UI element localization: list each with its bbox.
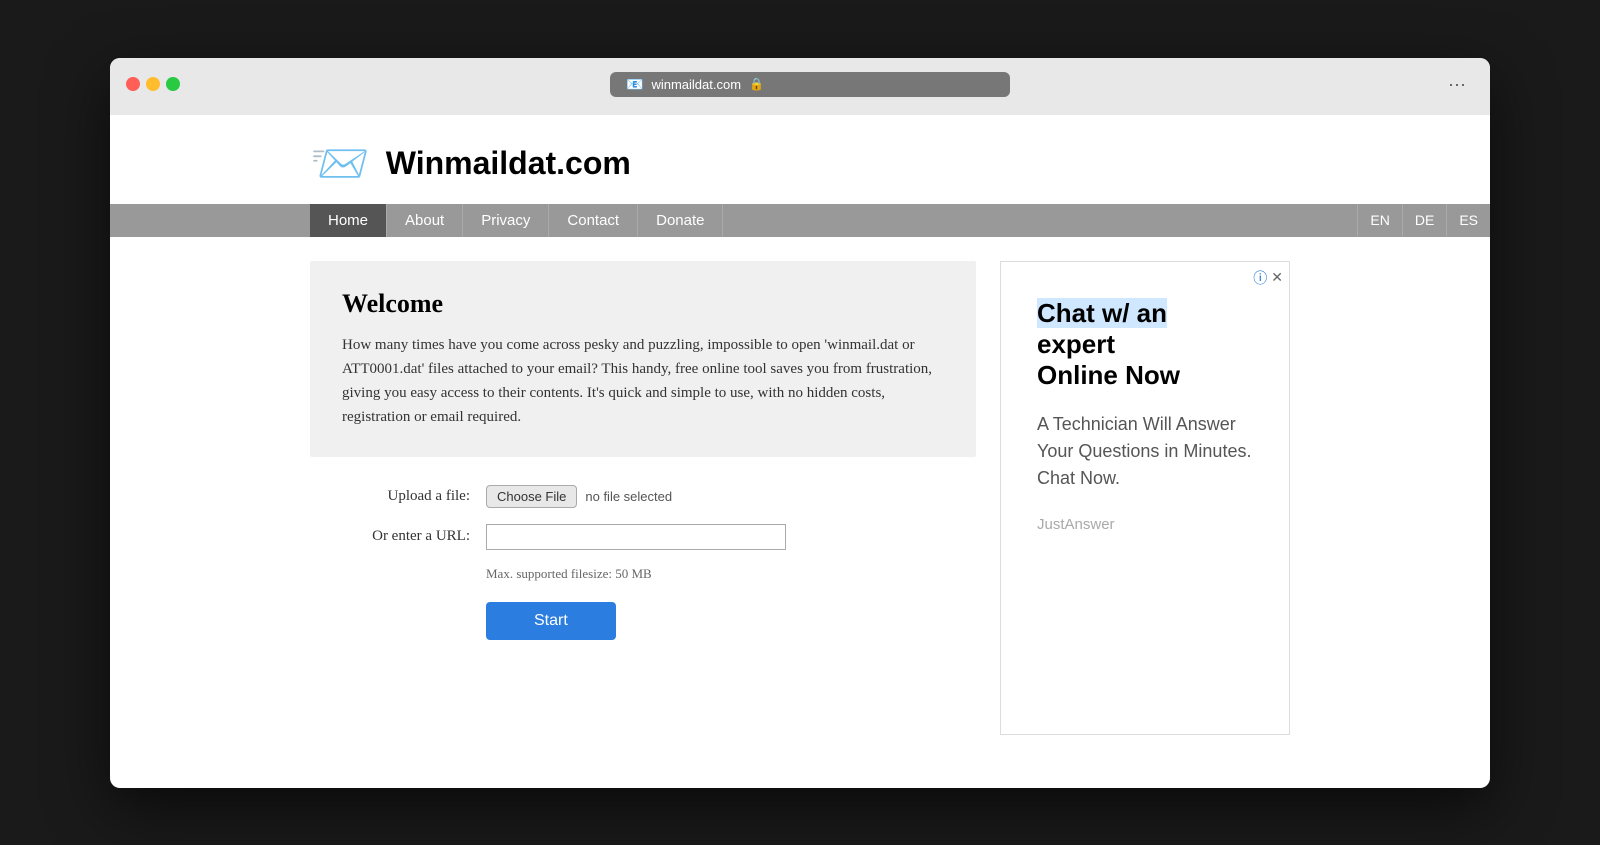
file-upload-row: Upload a file: Choose File no file selec… [310,485,976,508]
close-button[interactable] [126,77,140,91]
upload-section: Upload a file: Choose File no file selec… [310,457,976,668]
ad-info-icon[interactable]: ⓘ [1253,268,1267,288]
welcome-box: Welcome How many times have you come acr… [310,261,976,457]
address-bar-inner[interactable]: 📧 winmaildat.com 🔒 [610,72,1010,97]
upload-label: Upload a file: [310,488,470,505]
url-input-row: Or enter a URL: [310,524,976,550]
site-favicon-icon: 📧 [626,76,643,93]
browser-window: 📧 winmaildat.com 🔒 ··· 📨 Winmaildat.com … [110,58,1490,788]
nav-item-home[interactable]: Home [310,204,387,237]
site-title: Winmaildat.com [386,145,631,182]
ad-container: ⓘ ✕ Chat w/ an expert Online Now A Techn… [1000,261,1290,735]
address-bar: 📧 winmaildat.com 🔒 [192,72,1428,97]
fullscreen-button[interactable] [166,77,180,91]
site-header: 📨 Winmaildat.com [110,115,1490,192]
ad-headline-part3: Online Now [1037,360,1180,390]
nav-item-about[interactable]: About [387,204,463,237]
lang-en[interactable]: EN [1357,204,1401,236]
choose-file-button[interactable]: Choose File [486,485,577,508]
nav-item-contact[interactable]: Contact [549,204,638,237]
minimize-button[interactable] [146,77,160,91]
welcome-body: How many times have you come across pesk… [342,333,944,429]
start-button-row: Start [310,602,976,640]
lang-es[interactable]: ES [1446,204,1490,236]
ad-close-icon[interactable]: ✕ [1271,269,1283,286]
traffic-lights [126,77,180,91]
address-text: winmaildat.com [651,77,741,92]
welcome-title: Welcome [342,289,944,319]
page-content: 📨 Winmaildat.com Home About Privacy Cont… [110,115,1490,759]
file-size-note: Max. supported filesize: 50 MB [486,566,976,582]
site-logo-icon: 📨 [310,135,370,192]
url-input[interactable] [486,524,786,550]
language-bar: EN DE ES [1357,204,1490,236]
file-input-area: Choose File no file selected [486,485,672,508]
ad-headline-part1: Chat w/ an [1037,298,1167,328]
browser-chrome: 📧 winmaildat.com 🔒 ··· [110,58,1490,115]
ad-headline-part2: expert [1037,329,1115,359]
ad-info-bar: ⓘ ✕ [1253,268,1283,288]
ad-headline: Chat w/ an expert Online Now [1037,298,1253,392]
nav-item-privacy[interactable]: Privacy [463,204,549,237]
content-area: Welcome How many times have you come acr… [310,261,976,735]
main-area: Welcome How many times have you come acr… [110,237,1490,759]
ad-body-text: A Technician Will Answer Your Questions … [1037,411,1253,492]
start-button[interactable]: Start [486,602,616,640]
ad-headline-highlight: Chat w/ an [1037,298,1167,328]
ad-inner: Chat w/ an expert Online Now A Technicia… [1017,278,1273,718]
lock-icon: 🔒 [749,77,764,91]
sidebar: ⓘ ✕ Chat w/ an expert Online Now A Techn… [1000,261,1290,735]
lang-de[interactable]: DE [1402,204,1446,236]
ad-source-text: JustAnswer [1037,516,1253,533]
browser-top-bar: 📧 winmaildat.com 🔒 ··· [126,70,1474,99]
no-file-selected-text: no file selected [585,489,672,504]
more-button[interactable]: ··· [1440,70,1474,99]
navigation-bar: Home About Privacy Contact Donate EN DE … [110,204,1490,237]
url-label: Or enter a URL: [310,528,470,545]
nav-item-donate[interactable]: Donate [638,204,723,237]
